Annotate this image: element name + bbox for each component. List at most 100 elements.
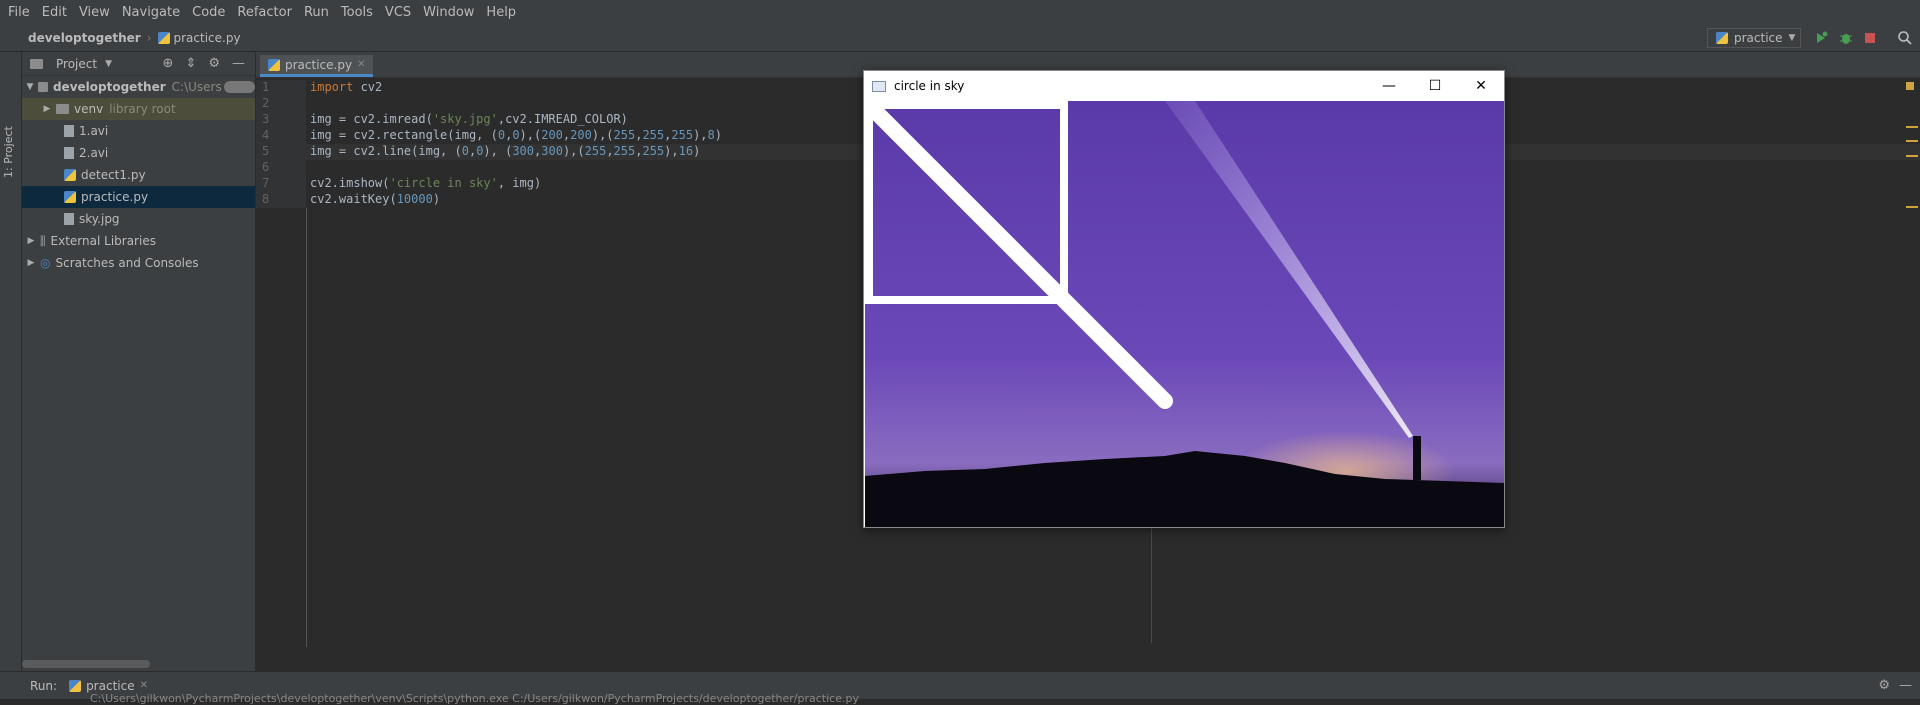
menu-view[interactable]: View (73, 5, 116, 20)
close-icon[interactable]: ✕ (357, 59, 365, 70)
breadcrumb-project[interactable]: developtogether (0, 31, 141, 45)
run-label: Run: (30, 678, 58, 693)
run-tab-practice[interactable]: practice ✕ (69, 679, 148, 693)
hide-icon[interactable]: — (232, 56, 245, 71)
tree-root-label: developtogether (52, 80, 166, 94)
tree-root[interactable]: ▼ developtogether C:\Users (22, 76, 255, 98)
scratches-icon: ◎ (40, 256, 51, 270)
code-token: img = cv2.imread( (310, 112, 433, 126)
code-token: ),( (591, 128, 614, 142)
project-folder-icon (30, 58, 43, 69)
window-icon (872, 80, 886, 92)
folder-icon (56, 104, 69, 114)
code-token: img = cv2.line(img, ( (310, 144, 462, 158)
tree-external-libraries[interactable]: ▶ ⫼ External Libraries (22, 230, 255, 252)
close-icon[interactable]: ✕ (140, 680, 148, 691)
code-number: 255 (642, 128, 665, 142)
expanded-arrow-icon[interactable]: ▼ (26, 82, 34, 92)
debug-icon[interactable] (1838, 30, 1854, 46)
error-stripe-marker[interactable] (1906, 126, 1918, 128)
project-tool-tab[interactable]: 1: Project (2, 112, 20, 192)
opencv-window-titlebar[interactable]: circle in sky — ☐ ✕ (864, 71, 1504, 101)
code-token: ), (664, 144, 679, 158)
menu-refactor[interactable]: Refactor (231, 5, 298, 20)
code-number: 200 (541, 128, 563, 142)
close-icon[interactable]: ✕ (1458, 71, 1504, 101)
code-token: cv2.imshow( (310, 176, 390, 190)
error-stripe-marker[interactable] (1906, 155, 1918, 157)
tree-item-2avi[interactable]: 2.avi (22, 142, 255, 164)
menu-run[interactable]: Run (298, 5, 335, 20)
project-panel-title[interactable]: Project (56, 57, 97, 71)
tree-item-detect1[interactable]: detect1.py (22, 164, 255, 186)
error-stripe-marker[interactable] (1906, 140, 1918, 142)
code-number: 300 (541, 144, 563, 158)
menu-vcs[interactable]: VCS (379, 5, 417, 20)
code-number: 255 (613, 144, 636, 158)
code-token: ) (693, 144, 701, 158)
search-icon[interactable] (1897, 30, 1913, 46)
code-number: 10000 (396, 192, 433, 206)
menu-window[interactable]: Window (417, 5, 480, 20)
menu-help[interactable]: Help (480, 5, 522, 20)
collapsed-arrow-icon[interactable]: ▶ (42, 104, 52, 114)
line-number: 1 (256, 80, 306, 96)
line-number: 8 (256, 192, 306, 208)
sky-image (865, 101, 1504, 527)
error-stripe-marker[interactable] (1906, 206, 1918, 208)
editor-tab-practice[interactable]: practice.py ✕ (260, 55, 374, 77)
gear-icon[interactable]: ⚙ (208, 56, 220, 71)
code-number: 255 (671, 128, 694, 142)
code-number: 255 (613, 128, 636, 142)
menu-edit[interactable]: Edit (36, 5, 73, 20)
file-icon (64, 125, 74, 137)
tree-item-label: venv (74, 102, 104, 116)
menu-file[interactable]: File (2, 5, 36, 20)
run-config-label: practice (1734, 31, 1783, 45)
code-token: cv2 (353, 80, 383, 94)
locate-icon[interactable]: ⊕ (163, 56, 174, 71)
code-token: ),( (562, 144, 585, 158)
library-icon: ⫼ (40, 233, 46, 248)
breadcrumb-file[interactable]: practice.py (157, 31, 241, 45)
navigation-bar: developtogether › practice.py (0, 24, 1920, 52)
python-file-icon (157, 31, 170, 44)
collapsed-arrow-icon[interactable]: ▶ (26, 258, 36, 268)
code-number: 255 (584, 144, 607, 158)
code-token: ) (432, 192, 441, 206)
python-config-icon (1716, 32, 1728, 44)
chevron-down-icon[interactable]: ▼ (105, 59, 112, 69)
python-file-icon (64, 191, 76, 203)
code-number: 0 (461, 144, 469, 158)
tree-item-practice[interactable]: practice.py (22, 186, 255, 208)
sky-image-canvas (865, 101, 1504, 527)
stop-icon[interactable] (1862, 30, 1878, 46)
run-config-selector[interactable]: practice ▼ (1707, 28, 1801, 48)
collapse-all-icon[interactable]: ⇕ (185, 56, 196, 71)
menu-navigate[interactable]: Navigate (116, 5, 186, 20)
inspection-marker-icon[interactable] (1906, 82, 1914, 90)
menu-tools[interactable]: Tools (335, 5, 379, 20)
project-horizontal-scrollbar[interactable] (22, 660, 150, 668)
opencv-window[interactable]: circle in sky — ☐ ✕ (863, 70, 1505, 528)
code-number: 300 (512, 144, 535, 158)
gear-icon[interactable]: ⚙ (1878, 678, 1890, 693)
tree-item-venv[interactable]: ▶ venv library root (22, 98, 255, 120)
code-token: ),( (519, 128, 542, 142)
person-silhouette (1413, 436, 1421, 480)
menu-code[interactable]: Code (186, 5, 231, 20)
collapsed-arrow-icon[interactable]: ▶ (26, 236, 36, 246)
rerun-icon[interactable] (1813, 30, 1829, 46)
tree-item-1avi[interactable]: 1.avi (22, 120, 255, 142)
minimize-icon[interactable]: — (1366, 71, 1412, 101)
hide-icon[interactable]: — (1899, 678, 1912, 693)
code-number: 200 (570, 128, 592, 142)
breadcrumb-separator-icon: › (146, 30, 152, 45)
tree-item-skyjpg[interactable]: sky.jpg (22, 208, 255, 230)
editor-tab-label: practice.py (285, 57, 353, 72)
tree-item-label: detect1.py (81, 168, 146, 182)
code-token: img = cv2.rectangle(img, ( (310, 128, 498, 142)
python-file-icon (268, 58, 280, 71)
maximize-icon[interactable]: ☐ (1412, 71, 1458, 101)
tree-scratches[interactable]: ▶ ◎ Scratches and Consoles (22, 252, 255, 274)
